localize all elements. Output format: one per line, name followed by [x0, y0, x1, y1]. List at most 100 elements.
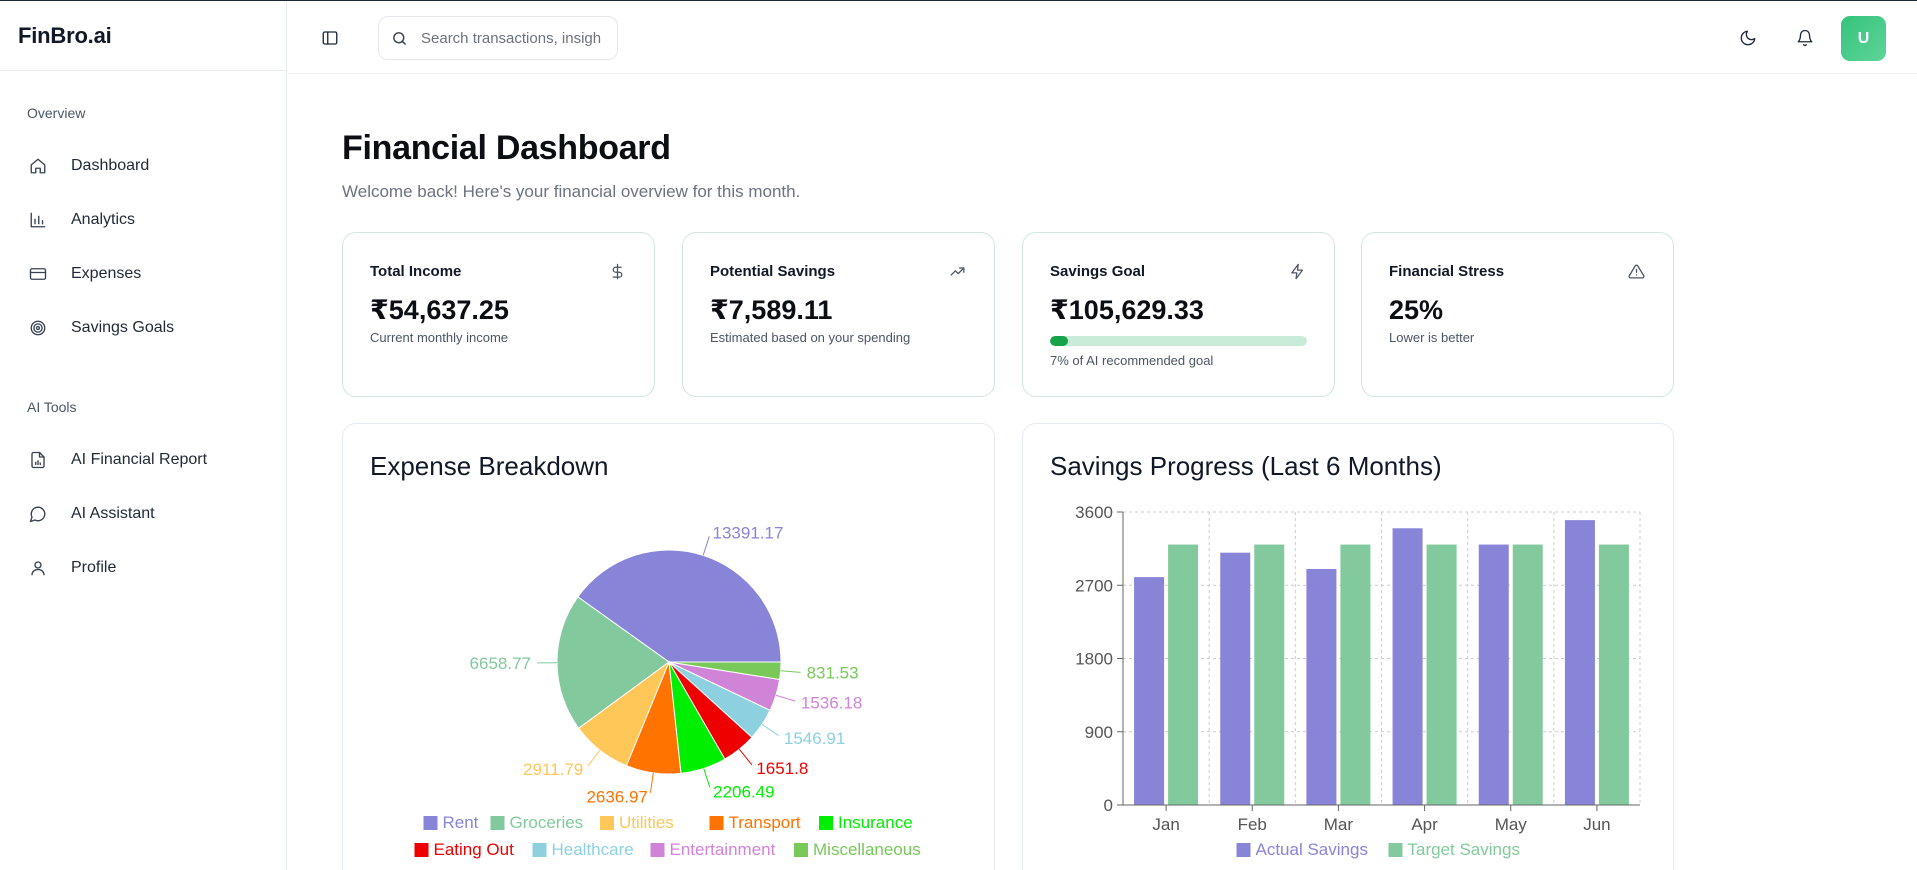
pie-label-line	[738, 748, 753, 766]
search-box[interactable]	[378, 16, 618, 60]
page-subtitle: Welcome back! Here's your financial over…	[342, 182, 801, 201]
bar-actual-savings-jan[interactable]	[1134, 577, 1165, 805]
nav-section-ai-tools: AI Tools	[27, 399, 77, 415]
search-input[interactable]	[421, 29, 601, 47]
card-note: Estimated based on your spending	[710, 330, 911, 345]
sidebar-item-label: AI Assistant	[71, 505, 155, 522]
legend-swatch	[532, 843, 547, 857]
moon-icon	[1739, 29, 1757, 47]
panel-left-icon	[321, 29, 339, 47]
card-value: ₹54,637.25	[370, 295, 509, 325]
sidebar-item-label: Analytics	[71, 211, 136, 228]
progress-fill	[1050, 336, 1068, 346]
card-note: Current monthly income	[370, 330, 508, 345]
file-chart-icon	[27, 449, 49, 471]
bar-target-savings-jan[interactable]	[1168, 544, 1199, 805]
legend-label: Transport	[729, 813, 801, 832]
pie-value-label: 13391.17	[713, 523, 784, 542]
card-total-income: Total Income ₹54,637.25 Current monthly …	[342, 232, 655, 397]
bar-actual-savings-mar[interactable]	[1306, 568, 1337, 805]
nav-section-overview: Overview	[27, 105, 86, 121]
notifications-button[interactable]	[1794, 27, 1816, 49]
card-title: Potential Savings	[710, 263, 836, 280]
legend-swatch	[490, 816, 505, 830]
pie-value-label: 2636.97	[586, 788, 647, 807]
bar-target-savings-feb[interactable]	[1254, 544, 1285, 805]
pie-label-line	[761, 724, 779, 737]
sidebar-item-label: Profile	[71, 559, 117, 576]
sidebar-item-dashboard[interactable]: Dashboard	[0, 139, 286, 193]
lightning-icon	[1289, 263, 1307, 281]
y-tick-label: 1800	[1075, 650, 1113, 669]
sidebar-item-analytics[interactable]: Analytics	[0, 193, 286, 247]
pie-value-label: 1536.18	[801, 693, 862, 712]
card-value: ₹105,629.33	[1050, 295, 1204, 325]
pie-label-line	[587, 749, 601, 767]
legend-swatch	[423, 816, 438, 830]
pie-label-line	[649, 772, 654, 793]
bar-target-savings-jun[interactable]	[1598, 544, 1629, 805]
pie-label-line	[703, 768, 711, 788]
pie-label-line	[702, 536, 710, 556]
warning-icon	[1628, 263, 1646, 281]
sidebar-item-savings-goals[interactable]: Savings Goals	[0, 301, 286, 355]
search-icon	[391, 30, 408, 47]
sidebar: FinBro.ai Overview Dashboard Analytics E…	[0, 2, 287, 870]
x-tick-label: Jan	[1152, 815, 1179, 834]
x-tick-label: Feb	[1238, 815, 1267, 834]
bell-icon	[1796, 29, 1814, 47]
card-value: ₹7,589.11	[710, 295, 833, 325]
legend-label: Target Savings	[1408, 840, 1520, 859]
pie-value-label: 1546.91	[784, 729, 845, 748]
y-tick-label: 3600	[1075, 503, 1113, 522]
sidebar-item-ai-financial-report[interactable]: AI Financial Report	[0, 433, 286, 487]
bar-legend: Actual Savings Target Savings	[1236, 840, 1520, 859]
legend-swatch	[709, 816, 724, 830]
expense-breakdown-panel: Expense Breakdown 13391.17 6658.77 2911.79…	[342, 423, 995, 870]
card-note: Lower is better	[1389, 330, 1475, 345]
theme-toggle-button[interactable]	[1737, 27, 1759, 49]
bar-actual-savings-feb[interactable]	[1220, 552, 1251, 805]
legend-swatch	[650, 843, 665, 857]
credit-card-icon	[27, 263, 49, 285]
y-tick-label: 0	[1104, 796, 1113, 815]
sidebar-item-label: Expenses	[71, 265, 142, 282]
legend-swatch	[794, 843, 808, 857]
avatar[interactable]: U	[1841, 16, 1886, 61]
chat-bubble-icon	[27, 503, 49, 525]
expense-pie-chart: 13391.17 6658.77 2911.792636.97 2206.49 1651…	[414, 523, 921, 859]
x-tick-label: Mar	[1324, 815, 1354, 834]
sidebar-item-label: Savings Goals	[71, 319, 175, 336]
trending-up-icon	[949, 263, 967, 281]
sidebar-item-label: Dashboard	[71, 157, 150, 174]
sidebar-item-ai-assistant[interactable]: AI Assistant	[0, 487, 286, 541]
sidebar-item-label: AI Financial Report	[71, 451, 208, 468]
card-title: Financial Stress	[1389, 263, 1505, 280]
bar-actual-savings-may[interactable]	[1478, 544, 1509, 805]
pie-value-label: 831.53	[807, 664, 859, 683]
home-icon	[27, 155, 49, 177]
bar-target-savings-mar[interactable]	[1340, 544, 1371, 805]
legend-swatch	[1236, 843, 1251, 857]
savings-progress-panel: Savings Progress (Last 6 Months) 0 900 180…	[1022, 423, 1674, 870]
bar-actual-savings-jun[interactable]	[1564, 520, 1595, 805]
sidebar-item-expenses[interactable]: Expenses	[0, 247, 286, 301]
legend-label: Eating Out	[434, 840, 515, 859]
legend-label: Actual Savings	[1256, 840, 1368, 859]
legend-label: Utilities	[619, 813, 674, 832]
bar-actual-savings-apr[interactable]	[1392, 528, 1423, 805]
y-tick-label: 2700	[1075, 576, 1113, 595]
legend-label: Miscellaneous	[813, 840, 921, 859]
x-tick-label: Apr	[1411, 815, 1438, 834]
bar-target-savings-apr[interactable]	[1426, 544, 1457, 805]
card-financial-stress: Financial Stress 25% Lower is better	[1361, 232, 1674, 397]
bar-chart-icon	[27, 209, 49, 231]
sidebar-toggle-button[interactable]	[318, 26, 342, 50]
card-savings-goal: Savings Goal ₹105,629.33 7% of AI recomm…	[1022, 232, 1335, 397]
sidebar-item-profile[interactable]: Profile	[0, 541, 286, 595]
page-title: Financial Dashboard	[342, 129, 671, 167]
bar-target-savings-may[interactable]	[1512, 544, 1543, 805]
brand-logo[interactable]: FinBro.ai	[0, 2, 286, 71]
pie-legend-row: Rent Groceries Utilities Transport Insurance	[423, 813, 913, 832]
user-icon	[27, 557, 49, 579]
